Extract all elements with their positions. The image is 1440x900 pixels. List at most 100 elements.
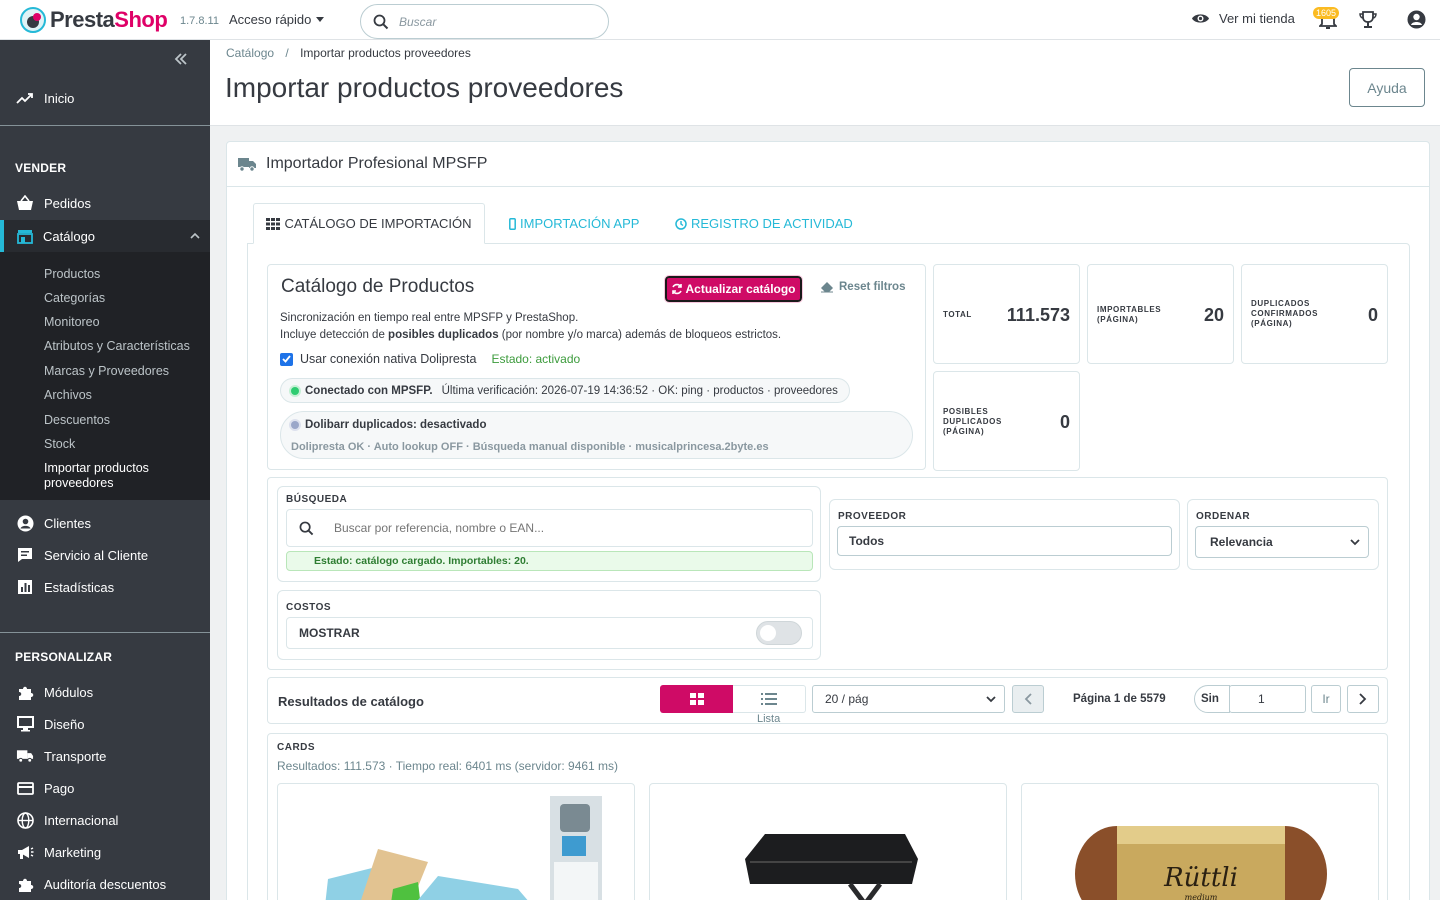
- catalog-search-input[interactable]: [334, 521, 774, 535]
- cards-label: CARDS: [277, 742, 316, 753]
- refresh-icon: [672, 283, 683, 295]
- search-icon: [299, 521, 314, 535]
- status-dot-green: [291, 386, 299, 395]
- section-sell: VENDER: [15, 161, 67, 175]
- submenu-discounts[interactable]: Descuentos: [44, 413, 110, 427]
- trophy-button[interactable]: [1359, 10, 1377, 29]
- breadcrumb-parent[interactable]: Catálogo: [226, 46, 274, 60]
- quick-access-dropdown[interactable]: Acceso rápido: [229, 12, 325, 27]
- tab-activity-log[interactable]: REGISTRO DE ACTIVIDAD: [675, 203, 853, 244]
- notifications-badge: 1605: [1313, 7, 1340, 19]
- product-card[interactable]: [277, 783, 635, 900]
- catalog-search[interactable]: [286, 509, 813, 547]
- sidebar-item-service[interactable]: Servicio al Cliente: [0, 547, 210, 563]
- next-page-button[interactable]: [1347, 685, 1379, 713]
- check-icon: [282, 355, 291, 363]
- submenu-files[interactable]: Archivos: [44, 388, 92, 402]
- puzzle-icon: [16, 683, 34, 701]
- sidebar-item-home[interactable]: Inicio: [0, 90, 210, 106]
- search-status: Estado: catálogo cargado. Importables: 2…: [286, 551, 813, 571]
- native-connection-checkbox[interactable]: [280, 352, 293, 366]
- tab-import-app[interactable]: IMPORTACIÓN APP: [509, 203, 639, 244]
- sidebar-item-stats[interactable]: Estadísticas: [0, 579, 210, 595]
- product-image-keyboard-cover: [740, 792, 918, 900]
- stat-importables: IMPORTABLES (PÁGINA) 20: [1087, 264, 1234, 364]
- chevron-up-icon: [190, 232, 200, 239]
- catalog-title: Catálogo de Productos: [281, 276, 475, 297]
- double-chevron-left-icon: [174, 53, 187, 65]
- product-image-shaker: Rüttli medium: [1070, 792, 1332, 900]
- submenu-import-suppliers[interactable]: Importar productos proveedores: [44, 461, 184, 491]
- submenu-products[interactable]: Productos: [44, 267, 100, 281]
- list-icon: [761, 693, 777, 705]
- update-catalog-button[interactable]: Actualizar catálogo: [664, 275, 803, 303]
- sidebar-item-orders[interactable]: Pedidos: [0, 195, 210, 211]
- product-card[interactable]: Rüttli medium: [1021, 783, 1379, 900]
- basket-icon: [16, 194, 34, 212]
- bar-chart-icon: [16, 578, 34, 596]
- submenu-brands[interactable]: Marcas y Proveedores: [44, 364, 169, 378]
- page-info: Página 1 de 5579: [1073, 693, 1166, 705]
- sidebar-item-marketing[interactable]: Marketing: [0, 844, 210, 860]
- tab-import-catalog[interactable]: CATÁLOGO DE IMPORTACIÓN: [253, 203, 485, 244]
- page-title: Importar productos proveedores: [225, 72, 624, 103]
- sidebar-item-customers[interactable]: Clientes: [0, 515, 210, 531]
- sidebar-item-audit[interactable]: Auditoría descuentos: [0, 876, 210, 892]
- breadcrumb: Catálogo / Importar productos proveedore…: [226, 46, 471, 60]
- sidebar-item-international[interactable]: Internacional: [0, 811, 210, 829]
- catalog-submenu: Productos Categorías Monitoreo Atributos…: [0, 252, 210, 500]
- chevron-down-icon: [986, 696, 996, 703]
- sidebar-item-design[interactable]: Diseño: [0, 716, 210, 732]
- breadcrumb-current: Importar productos proveedores: [300, 46, 471, 60]
- stat-confirmed-duplicates: DUPLICADOS CONFIRMADOS (PÁGINA) 0: [1241, 264, 1388, 364]
- go-page-button[interactable]: Ir: [1311, 685, 1341, 713]
- native-connection-row: Usar conexión nativa Dolipresta Estado: …: [280, 352, 580, 366]
- provider-input[interactable]: Todos: [837, 526, 1172, 556]
- version-label: 1.7.8.11: [180, 15, 219, 27]
- grid-view-button[interactable]: [660, 685, 733, 713]
- chevron-right-icon: [1359, 693, 1367, 705]
- page-number-input[interactable]: 1: [1229, 685, 1306, 713]
- prev-page-button[interactable]: [1012, 685, 1044, 713]
- reset-filters-button[interactable]: Reset filtros: [820, 281, 905, 293]
- stat-possible-duplicates: POSIBLES DUPLICADOS (PÁGINA) 0: [933, 371, 1080, 471]
- sin-button[interactable]: Sin: [1194, 685, 1230, 713]
- submenu-categories[interactable]: Categorías: [44, 291, 105, 305]
- truck-icon: [16, 747, 34, 765]
- order-select[interactable]: Relevancia: [1195, 526, 1369, 558]
- sidebar-item-payment[interactable]: Pago: [0, 780, 210, 796]
- shaker-sub-text: medium: [1185, 893, 1218, 900]
- results-toolbar: Resultados de catálogo Lista 20 / pág Pá…: [267, 677, 1388, 725]
- panel-header: Importador Profesional MPSFP: [227, 142, 1429, 187]
- credit-card-icon: [16, 779, 34, 797]
- account-button[interactable]: [1407, 10, 1426, 29]
- sidebar-item-catalog[interactable]: Catálogo: [0, 220, 210, 252]
- submenu-monitoring[interactable]: Monitoreo: [44, 315, 100, 329]
- submenu-attributes[interactable]: Atributos y Características: [44, 339, 190, 353]
- submenu-stock[interactable]: Stock: [44, 437, 75, 451]
- help-button[interactable]: Ayuda: [1349, 68, 1425, 107]
- sidebar-item-modules[interactable]: Módulos: [0, 684, 210, 700]
- prestashop-logo[interactable]: PrestaShop: [20, 7, 168, 33]
- costs-toggle[interactable]: [756, 621, 802, 645]
- search-group: BÚSQUEDA Estado: catálogo cargado. Impor…: [277, 486, 821, 582]
- store-icon: [16, 227, 34, 245]
- chevron-down-icon: [1350, 539, 1360, 546]
- puffin-icon: [20, 7, 46, 33]
- collapse-sidebar-button[interactable]: [174, 53, 188, 65]
- list-view-button[interactable]: [733, 685, 806, 713]
- clock-icon: [675, 217, 687, 230]
- header-search[interactable]: [360, 4, 609, 39]
- per-page-select[interactable]: 20 / pág: [812, 685, 1005, 713]
- product-image-cleaning-kit: [305, 792, 605, 900]
- sidebar-item-shipping[interactable]: Transporte: [0, 748, 210, 764]
- filters-box: BÚSQUEDA Estado: catálogo cargado. Impor…: [267, 477, 1388, 670]
- product-card[interactable]: [649, 783, 1007, 900]
- view-shop-link[interactable]: Ver mi tienda: [1191, 11, 1295, 26]
- eraser-icon: [821, 281, 833, 292]
- catalog-info-box: Catálogo de Productos Actualizar catálog…: [267, 264, 926, 470]
- header-search-input[interactable]: [399, 14, 579, 29]
- section-customize: PERSONALIZAR: [15, 650, 113, 664]
- cards-info: Resultados: 111.573 · Tiempo real: 6401 …: [277, 759, 619, 773]
- panel-title: Importador Profesional MPSFP: [266, 155, 488, 172]
